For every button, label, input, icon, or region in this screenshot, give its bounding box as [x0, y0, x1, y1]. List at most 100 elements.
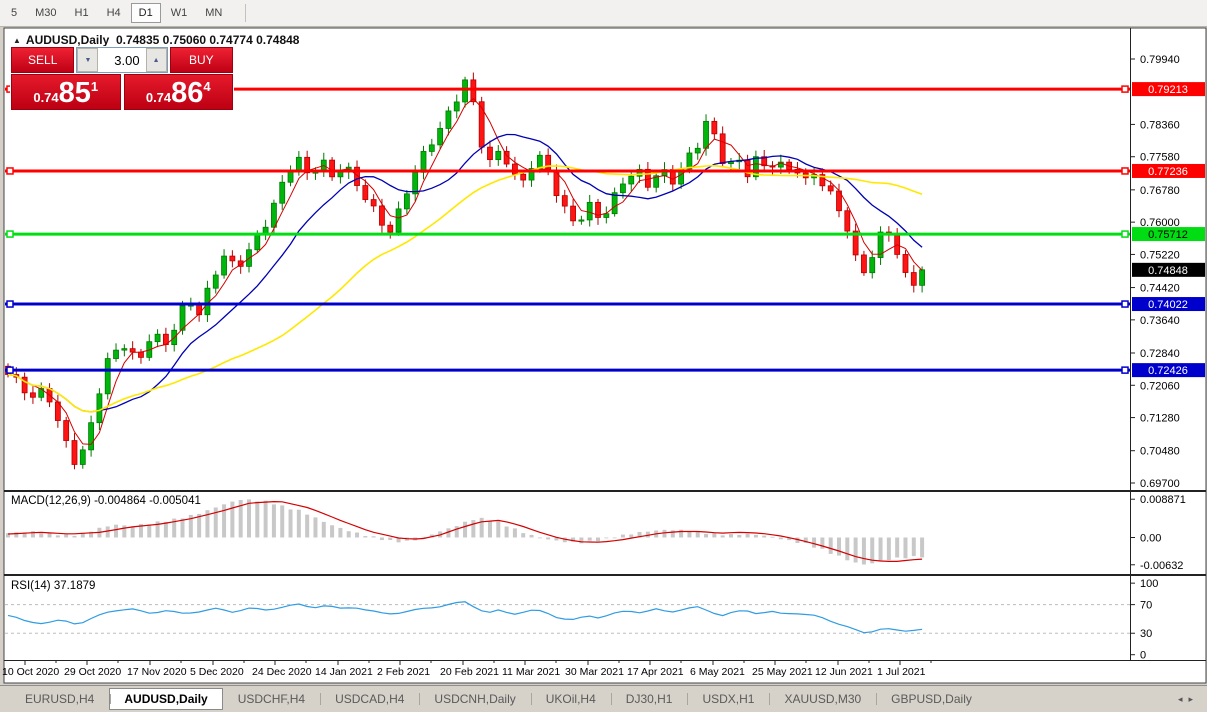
macd-bar: [854, 538, 858, 563]
macd-bar: [347, 531, 351, 537]
hline-handle[interactable]: [7, 231, 13, 237]
candle-body: [687, 153, 692, 169]
volume-stepper: ▼ 3.00 ▲: [76, 47, 167, 73]
tab-ukoil-h4[interactable]: UKOil,H4: [531, 688, 611, 710]
macd-bar: [355, 533, 359, 538]
candle-body: [122, 349, 127, 350]
candle-body: [371, 200, 376, 206]
tab-dj30-h1[interactable]: DJ30,H1: [611, 688, 688, 710]
chart-window: [4, 28, 1206, 683]
macd-bar: [629, 534, 633, 537]
macd-bar: [164, 522, 168, 538]
tab-usdchf-h4[interactable]: USDCHF,H4: [223, 688, 320, 710]
candle-body: [861, 255, 866, 273]
macd-bar: [762, 536, 766, 538]
macd-bar: [322, 522, 326, 538]
timeframe-button-h4[interactable]: H4: [99, 3, 129, 23]
macd-bar: [455, 526, 459, 537]
tab-scroll-right-icon[interactable]: ▸: [1188, 694, 1199, 704]
sell-button[interactable]: SELL: [11, 47, 74, 73]
price-axis-label: 0.76780: [1140, 185, 1180, 197]
candle-body: [587, 202, 592, 220]
candle-body: [695, 148, 700, 153]
price-axis-label: 0.78360: [1140, 119, 1180, 131]
price-axis-label: 0.70480: [1140, 446, 1180, 458]
macd-bar: [272, 504, 276, 537]
sell-price-pips: 85: [59, 81, 91, 106]
candle-body: [72, 441, 77, 465]
timeframe-button-w1[interactable]: W1: [163, 3, 196, 23]
collapse-triangle-icon[interactable]: ▲: [13, 36, 21, 45]
candle-body: [903, 254, 908, 272]
macd-bar: [530, 535, 534, 538]
date-axis-label: 1 Jul 2021: [877, 666, 926, 678]
date-axis-label: 2 Feb 2021: [377, 666, 430, 678]
sell-price-button[interactable]: 0.74851: [11, 74, 121, 110]
candle-body: [404, 194, 409, 209]
date-axis-label: 14 Jan 2021: [315, 666, 373, 678]
volume-input[interactable]: 3.00: [98, 48, 145, 72]
chart-title: ▲AUDUSD,Daily 0.74835 0.75060 0.74774 0.…: [13, 33, 299, 47]
tab-usdcad-h4[interactable]: USDCAD,H4: [320, 688, 419, 710]
tab-usdx-h1[interactable]: USDX,H1: [687, 688, 769, 710]
tab-gbpusd-daily[interactable]: GBPUSD,Daily: [876, 688, 987, 710]
macd-bar: [72, 536, 76, 538]
hline-handle[interactable]: [1122, 367, 1128, 373]
macd-bar: [230, 502, 234, 538]
timeframe-button-m30[interactable]: M30: [27, 3, 64, 23]
timeframe-button-d1[interactable]: D1: [131, 3, 161, 23]
timeframe-button-5[interactable]: 5: [3, 3, 25, 23]
candle-body: [720, 134, 725, 164]
hline-handle[interactable]: [7, 367, 13, 373]
sell-price-point: 1: [91, 80, 98, 93]
macd-bar: [596, 538, 600, 542]
buy-price-base: 0.74: [146, 91, 171, 104]
candle-body: [155, 334, 160, 341]
price-axis-label: 0.75220: [1140, 249, 1180, 261]
symbol-tabs: EURUSD,H4AUDUSD,DailyUSDCHF,H4USDCAD,H4U…: [10, 688, 987, 710]
candle-body: [521, 174, 526, 180]
timeframe-button-mn[interactable]: MN: [197, 3, 230, 23]
tab-eurusd-h4[interactable]: EURUSD,H4: [10, 688, 109, 710]
buy-price-point: 4: [203, 80, 210, 93]
timeframe-button-h1[interactable]: H1: [67, 3, 97, 23]
hline-handle[interactable]: [7, 301, 13, 307]
hline-handle[interactable]: [1122, 168, 1128, 174]
hline-handle[interactable]: [1122, 231, 1128, 237]
volume-decrease-button[interactable]: ▼: [77, 48, 98, 72]
date-axis-label: 10 Oct 2020: [2, 666, 59, 678]
price-axis-label: 0.72060: [1140, 380, 1180, 392]
candle-body: [446, 111, 451, 129]
candle-body: [64, 421, 69, 441]
macd-bar: [380, 538, 384, 541]
hline-handle[interactable]: [1122, 86, 1128, 92]
macd-bar: [538, 538, 542, 539]
buy-price-pips: 86: [171, 81, 203, 106]
price-axis-label: 0.72840: [1140, 348, 1180, 360]
candle-body: [454, 102, 459, 111]
tab-scroll-left-icon[interactable]: ◂: [1178, 694, 1189, 704]
tab-usdcnh-daily[interactable]: USDCNH,Daily: [419, 688, 530, 710]
volume-increase-button[interactable]: ▲: [146, 48, 167, 72]
tab-audusd-daily[interactable]: AUDUSD,Daily: [109, 688, 222, 710]
tab-xauusd-m30[interactable]: XAUUSD,M30: [769, 688, 876, 710]
hline-handle[interactable]: [7, 168, 13, 174]
macd-bar: [264, 501, 268, 538]
candle-body: [105, 359, 110, 394]
macd-bar: [712, 533, 716, 537]
candle-body: [845, 211, 850, 231]
date-axis-label: 12 Jun 2021: [815, 666, 873, 678]
date-axis-label: 5 Dec 2020: [190, 666, 244, 678]
buy-button[interactable]: BUY: [170, 47, 233, 73]
candle-body: [704, 121, 709, 148]
price-axis-label: 0.77580: [1140, 152, 1180, 164]
buy-price-button[interactable]: 0.74864: [124, 74, 234, 110]
date-axis-label: 25 May 2021: [752, 666, 813, 678]
macd-bar: [422, 537, 426, 538]
macd-bar: [879, 538, 883, 562]
candle-body: [421, 151, 426, 172]
macd-bar: [812, 538, 816, 548]
macd-bar: [330, 525, 334, 537]
candle-body: [114, 350, 119, 358]
hline-handle[interactable]: [1122, 301, 1128, 307]
